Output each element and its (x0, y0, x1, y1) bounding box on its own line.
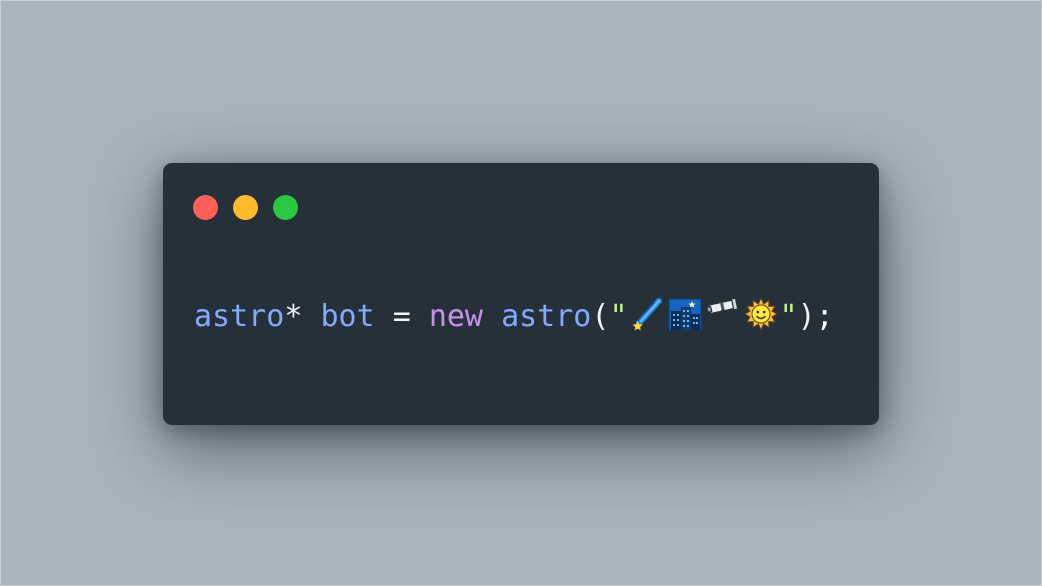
minimize-button[interactable] (233, 195, 258, 220)
quote-close-token: " (779, 299, 798, 334)
quote-open-token: " (609, 299, 628, 334)
paren-open-token: ( (591, 299, 610, 334)
comet-icon (630, 297, 664, 331)
maximize-button[interactable] (273, 195, 298, 220)
pointer-token: * (284, 299, 303, 334)
code-line: astro* bot = new astro(" "); (194, 296, 834, 337)
variable-token: bot (320, 299, 375, 334)
close-button[interactable] (193, 195, 218, 220)
type-token: astro (194, 299, 285, 334)
sun-with-face-icon (743, 296, 778, 332)
code-window: astro* bot = new astro(" "); (163, 163, 879, 425)
assign-token: = (392, 299, 411, 334)
telescope-icon (705, 297, 740, 332)
semicolon-token: ; (815, 299, 834, 334)
paren-close-token: ) (797, 299, 816, 334)
new-keyword-token: new (428, 299, 483, 334)
city-night-icon (668, 297, 702, 331)
constructor-token: astro (501, 299, 592, 334)
